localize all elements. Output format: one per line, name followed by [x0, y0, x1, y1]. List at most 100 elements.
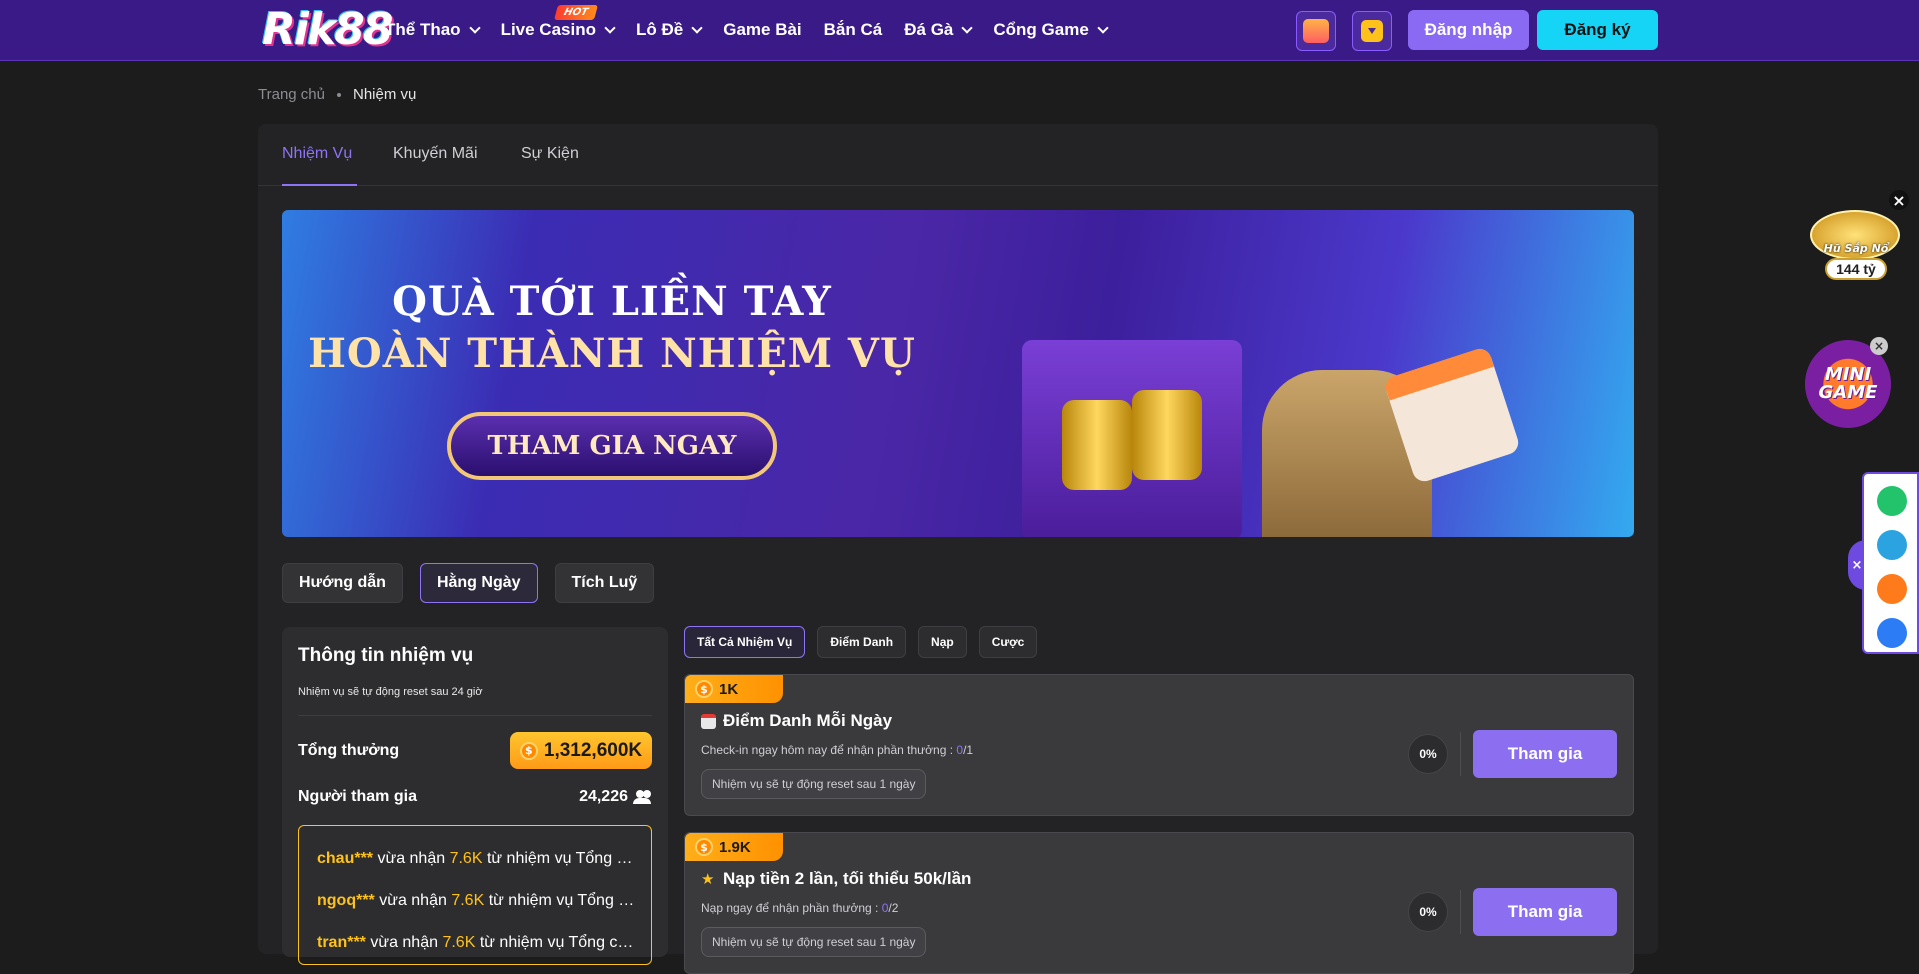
- download-icon: [1361, 20, 1383, 42]
- main-nav: Thể Thao HOT Live Casino Lô Đề Game Bài B…: [385, 0, 1129, 60]
- register-button[interactable]: Đăng ký: [1537, 10, 1658, 50]
- breadcrumb: Trang chủ Nhiệm vụ: [258, 86, 416, 103]
- nav-cong-game[interactable]: Cổng Game: [993, 20, 1109, 40]
- hot-badge: HOT: [553, 5, 598, 20]
- chevron-down-icon: [604, 21, 616, 34]
- shop-icon[interactable]: [1877, 574, 1907, 604]
- feed-amount: 7.6K: [442, 934, 476, 951]
- nav-label: Game Bài: [723, 20, 802, 39]
- feed-text: vừa nhận: [374, 892, 452, 909]
- participants-value: 24,226: [579, 788, 628, 805]
- feed-user: ngoq***: [317, 892, 375, 909]
- task-description: Nạp ngay để nhận phần thưởng : 0/2: [701, 901, 898, 915]
- feed-amount: 7.6K: [451, 892, 485, 909]
- coin-icon: $: [519, 741, 538, 760]
- close-minigame-button[interactable]: ×: [1870, 337, 1888, 355]
- login-button[interactable]: Đăng nhập: [1408, 10, 1529, 50]
- join-task-button[interactable]: Tham gia: [1473, 888, 1617, 936]
- close-jackpot-button[interactable]: ×: [1889, 190, 1909, 210]
- category-cuoc[interactable]: Cược: [978, 626, 1038, 658]
- nav-ban-ca[interactable]: Bắn Cá: [824, 20, 883, 40]
- feed-text: vừa nhận: [373, 850, 450, 867]
- gift-icon: [1303, 19, 1329, 43]
- messenger-icon[interactable]: [1877, 618, 1907, 648]
- feed-text: từ nhiệm vụ Tổng cược: [482, 850, 639, 867]
- category-nap[interactable]: Nạp: [918, 626, 967, 658]
- task-progress-total: /1: [963, 743, 974, 757]
- category-all[interactable]: Tất Cả Nhiệm Vụ: [684, 626, 806, 658]
- feed-user: tran***: [317, 934, 366, 951]
- chevron-down-icon: [961, 21, 974, 34]
- join-task-button[interactable]: Tham gia: [1473, 730, 1617, 778]
- tab-bar: Nhiệm Vụ Khuyến Mãi Sự Kiện: [258, 124, 1658, 186]
- tab-khuyen-mai[interactable]: Khuyến Mãi: [393, 145, 478, 163]
- breadcrumb-home[interactable]: Trang chủ: [258, 86, 325, 103]
- download-button[interactable]: [1352, 11, 1392, 51]
- missions-panel: Nhiệm Vụ Khuyến Mãi Sự Kiện QUÀ TỚI LIỀN…: [258, 124, 1658, 974]
- feed-user: chau***: [317, 850, 374, 867]
- info-subtitle: Nhiệm vụ sẽ tự động reset sau 24 giờ: [298, 686, 483, 698]
- banner-subheading: HOÀN THÀNH NHIỆM VỤ: [308, 330, 916, 377]
- mission-categories: Tất Cả Nhiệm Vụ Điểm Danh Nạp Cược: [684, 626, 1038, 658]
- divider: [1460, 732, 1461, 776]
- task-reset-note: Nhiệm vụ sẽ tự động reset sau 1 ngày: [701, 769, 927, 799]
- tab-nhiem-vu[interactable]: Nhiệm Vụ: [282, 145, 352, 163]
- banner-join-button[interactable]: THAM GIA NGAY: [447, 412, 777, 480]
- tab-active-indicator: [282, 184, 357, 186]
- coin-icon: $: [695, 838, 713, 856]
- chat-icon[interactable]: [1877, 486, 1907, 516]
- mission-info-card: Thông tin nhiệm vụ Nhiệm vụ sẽ tự động r…: [282, 627, 668, 965]
- feed-amount: 7.6K: [449, 850, 483, 867]
- task-card: $1.9K ★ Nạp tiền 2 lần, tối thiểu 50k/lần…: [684, 832, 1634, 974]
- reward-value: 1.9K: [719, 838, 751, 856]
- tab-su-kien[interactable]: Sự Kiện: [521, 145, 579, 163]
- promo-banner[interactable]: QUÀ TỚI LIỀN TAY HOÀN THÀNH NHIỆM VỤ THA…: [282, 210, 1634, 537]
- users-icon: [632, 790, 652, 804]
- task-card: $1K Điểm Danh Mỗi Ngày Check-in ngay hôm…: [684, 674, 1634, 816]
- reward-feed: chau*** vừa nhận 7.6K từ nhiệm vụ Tổng c…: [298, 825, 652, 965]
- nav-the-thao[interactable]: Thể Thao: [385, 20, 481, 40]
- filter-hang-ngay[interactable]: Hằng Ngày: [419, 563, 538, 603]
- nav-label: Bắn Cá: [823, 20, 883, 39]
- feed-text: từ nhiệm vụ Tổng cược: [484, 892, 639, 909]
- total-reward-value: 1,312,600K: [543, 739, 643, 761]
- top-header: Rik88 Thể Thao HOT Live Casino Lô Đề Game…: [0, 0, 1919, 61]
- total-reward-label: Tổng thưởng: [298, 742, 400, 759]
- feed-text: từ nhiệm vụ Tổng cược: [475, 934, 639, 951]
- category-diem-danh[interactable]: Điểm Danh: [817, 626, 907, 658]
- divider: [1460, 890, 1461, 934]
- chevron-down-icon: [1097, 21, 1109, 34]
- breadcrumb-current: Nhiệm vụ: [352, 86, 417, 103]
- divider: [298, 715, 652, 716]
- filter-huong-dan[interactable]: Hướng dẫn: [282, 563, 403, 603]
- nav-label: Cổng Game: [993, 20, 1089, 39]
- reward-badge: $1K: [685, 675, 783, 703]
- task-progress-total: /2: [888, 901, 899, 915]
- nav-game-bai[interactable]: Game Bài: [723, 20, 801, 40]
- total-reward-badge: $1,312,600K: [510, 732, 652, 769]
- task-desc-text: Check-in ngay hôm nay để nhận phần thưởn…: [701, 743, 957, 757]
- jackpot-label: Hũ Sắp Nổ: [1823, 242, 1889, 255]
- treasure-chest-image: [1022, 340, 1242, 537]
- nav-da-ga[interactable]: Đá Gà: [904, 20, 974, 40]
- telegram-icon[interactable]: [1877, 530, 1907, 560]
- site-logo[interactable]: Rik88: [262, 4, 393, 55]
- filter-tich-luy[interactable]: Tích Luỹ: [554, 563, 655, 603]
- breadcrumb-separator: [336, 92, 341, 97]
- feed-item: chau*** vừa nhận 7.6K từ nhiệm vụ Tổng c…: [317, 850, 639, 868]
- period-filters: Hướng dẫn Hằng Ngày Tích Luỹ: [282, 563, 655, 603]
- star-icon: ★: [701, 869, 715, 888]
- nav-lo-de[interactable]: Lô Đề: [635, 20, 703, 40]
- social-sidebar: [1862, 472, 1919, 654]
- info-title: Thông tin nhiệm vụ: [298, 645, 474, 666]
- gift-button[interactable]: [1296, 11, 1336, 51]
- nav-label: Lô Đề: [635, 20, 684, 39]
- feed-item: tran*** vừa nhận 7.6K từ nhiệm vụ Tổng c…: [317, 934, 639, 952]
- coin-stack: [1062, 400, 1132, 490]
- nav-live-casino[interactable]: HOT Live Casino: [501, 5, 616, 40]
- participants-count: 24,226: [579, 788, 652, 806]
- calendar-icon: [701, 713, 716, 729]
- task-reset-note: Nhiệm vụ sẽ tự động reset sau 1 ngày: [701, 927, 927, 957]
- participants-label: Người tham gia: [298, 788, 417, 805]
- feed-text: vừa nhận: [365, 934, 443, 951]
